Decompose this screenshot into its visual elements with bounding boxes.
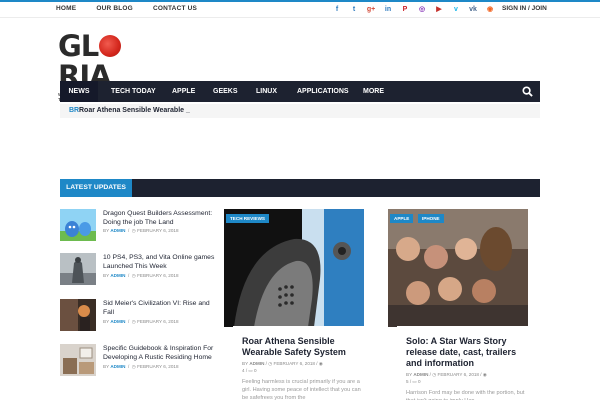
clock-icon: ◷ — [131, 273, 136, 278]
nav-item-news[interactable]: NEWS — [60, 81, 98, 102]
top-links: HOME OUR BLOG CONTACT US — [56, 5, 217, 12]
list-item-title[interactable]: Dragon Quest Builders Assessment: Doing … — [103, 209, 220, 227]
clock-icon: ◷ — [432, 372, 437, 377]
ticker-headline[interactable]: Roar Athena Sensible Wearable _ — [79, 107, 190, 114]
facebook-icon[interactable]: f — [330, 4, 344, 16]
top-link-home[interactable]: HOME — [56, 5, 76, 12]
social-icons: f t g+ in P ◎ ▶ v vk ◉ — [330, 4, 500, 16]
latest-updates-bar: LATEST UPDATES — [60, 179, 540, 197]
list-item-meta: BY ADMIN / ◷ FEBRUARY 6, 2018 — [103, 364, 179, 369]
list-item-meta: BY ADMIN / ◷ FEBRUARY 6, 2018 — [103, 228, 179, 233]
card-category-badge-2[interactable]: IPHONE — [418, 214, 444, 223]
vk-icon[interactable]: vk — [466, 4, 480, 16]
clock-icon: ◷ — [268, 361, 273, 366]
card-category-badge[interactable]: TECH REVIEWS — [226, 214, 269, 223]
ticker-label: BR — [69, 107, 80, 114]
main-nav: NEWS TECH TODAY APPLE GEEKS LINUX APPLIC… — [60, 81, 540, 102]
list-thumbnail[interactable] — [60, 344, 96, 376]
list-item: Specific Guidebook & Inspiration For Dev… — [60, 344, 220, 384]
vimeo-icon[interactable]: v — [449, 4, 463, 16]
list-item-title[interactable]: 10 PS4, PS3, and Vita Online games Launc… — [103, 253, 220, 271]
linkedin-icon[interactable]: in — [381, 4, 395, 16]
comment-icon: ▭ — [412, 379, 417, 384]
nav-item-tech-today[interactable]: TECH TODAY — [111, 81, 156, 102]
list-item: Sid Meier's Civilization VI: Rise and Fa… — [60, 299, 220, 339]
top-link-blog[interactable]: OUR BLOG — [96, 5, 133, 12]
card-excerpt: Harrison Ford may be done with the porti… — [406, 390, 525, 400]
news-ticker: BR Roar Athena Sensible Wearable _ — [60, 104, 540, 118]
list-item: 10 PS4, PS3, and Vita Online games Launc… — [60, 253, 220, 293]
card-category-badge[interactable]: APPLE — [390, 214, 414, 223]
list-item: Dragon Quest Builders Assessment: Doing … — [60, 209, 220, 249]
card-image[interactable] — [388, 209, 528, 327]
nav-item-more[interactable]: MORE — [363, 81, 384, 102]
nav-item-apple[interactable]: APPLE — [172, 81, 195, 102]
list-thumbnail[interactable] — [60, 253, 96, 285]
card-excerpt: Feeling harmless is crucial primarily if… — [242, 379, 361, 400]
twitter-icon[interactable]: t — [347, 4, 361, 16]
card-meta: BY ADMIN / ◷ FEBRUARY 6, 2018 / ◉ 5 / ▭ … — [406, 372, 487, 384]
top-link-contact[interactable]: CONTACT US — [153, 5, 197, 12]
rss-icon[interactable]: ◉ — [483, 4, 497, 16]
card-title[interactable]: Solo: A Star Wars Story release date, ca… — [406, 336, 528, 369]
latest-updates-tab[interactable]: LATEST UPDATES — [60, 179, 132, 197]
list-item-meta: BY ADMIN / ◷ FEBRUARY 6, 2018 — [103, 273, 179, 278]
nav-item-geeks[interactable]: GEEKS — [213, 81, 238, 102]
card-meta: BY ADMIN / ◷ FEBRUARY 6, 2018 / ◉ 4 / ▭ … — [242, 361, 323, 373]
google-plus-icon[interactable]: g+ — [364, 4, 378, 16]
comment-icon: ▭ — [248, 368, 253, 373]
signin-link[interactable]: SIGN IN / JOIN — [502, 5, 547, 12]
list-thumbnail[interactable] — [60, 299, 96, 331]
card-body: Solo: A Star Wars Story release date, ca… — [397, 326, 528, 400]
instagram-icon[interactable]: ◎ — [415, 4, 429, 16]
feature-card: TECH REVIEWS Roar Athena Sensible Wearab… — [224, 209, 364, 400]
card-image[interactable] — [224, 209, 364, 327]
youtube-icon[interactable]: ▶ — [432, 4, 446, 16]
feature-card: APPLE IPHONE Solo: A Star Wars Story rel… — [388, 209, 528, 400]
nav-item-applications[interactable]: APPLICATIONS — [297, 81, 349, 102]
card-body: Roar Athena Sensible Wearable Safety Sys… — [233, 326, 364, 400]
list-item-title[interactable]: Specific Guidebook & Inspiration For Dev… — [103, 344, 220, 362]
clock-icon: ◷ — [131, 364, 136, 369]
clock-icon: ◷ — [131, 319, 136, 324]
clock-icon: ◷ — [131, 228, 136, 233]
list-item-title[interactable]: Sid Meier's Civilization VI: Rise and Fa… — [103, 299, 220, 317]
eye-icon: ◉ — [318, 361, 323, 366]
globe-icon — [99, 35, 122, 57]
top-bar: HOME OUR BLOG CONTACT US f t g+ in P ◎ ▶… — [0, 0, 600, 18]
card-title[interactable]: Roar Athena Sensible Wearable Safety Sys… — [242, 336, 364, 358]
pinterest-icon[interactable]: P — [398, 4, 412, 16]
list-item-meta: BY ADMIN / ◷ FEBRUARY 6, 2018 — [103, 319, 179, 324]
search-icon[interactable] — [522, 86, 533, 97]
eye-icon: ◉ — [482, 372, 487, 377]
nav-item-linux[interactable]: LINUX — [256, 81, 277, 102]
list-thumbnail[interactable] — [60, 209, 96, 241]
site-logo[interactable]: GLRIA WORDPRESS MAGAZINE & BLOG THEME — [58, 31, 158, 102]
